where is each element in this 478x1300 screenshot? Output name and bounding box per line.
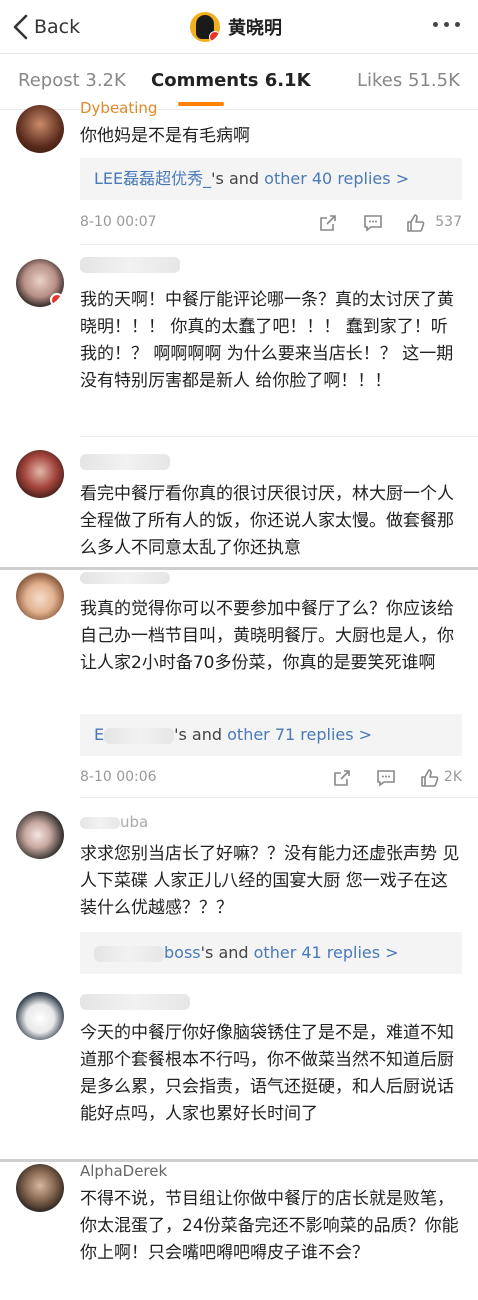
comment-item: AlphaDerek 不得不说，节目组让你做中餐厅的店长就是败笔，你太混蛋了，2… — [0, 1162, 478, 1300]
username-blurred — [80, 571, 170, 584]
comment-item: 看完中餐厅看你真的很讨厌很讨厌，林大厨一个人全程做了所有人的饭，你还说人家太慢。… — [0, 438, 478, 568]
thumbs-up-icon[interactable] — [406, 213, 426, 233]
share-icon[interactable] — [332, 768, 352, 788]
replies-preview[interactable]: boss's and other 41 replies > — [80, 932, 462, 974]
tab-repost[interactable]: Repost 3.2K — [18, 70, 126, 91]
reply-username[interactable]: LEE磊磊超优秀_ — [94, 169, 211, 188]
comment-item: 我的天啊！中餐厅能评论哪一条？真的太讨厌了黄晓明！！！ 你真的太蠢了吧！！！ 蠢… — [0, 245, 478, 437]
comment-username[interactable] — [80, 452, 170, 470]
nav-bar: Back 黄晓明 — [0, 0, 478, 54]
comment-username[interactable] — [80, 255, 180, 273]
more-options-icon[interactable] — [433, 22, 460, 27]
active-tab-indicator — [178, 102, 224, 106]
avatar[interactable] — [16, 992, 64, 1040]
username-blurred — [80, 256, 180, 273]
comment-item: Dybeating 你他妈是不是有毛病啊 LEE磊磊超优秀_'s and oth… — [0, 99, 478, 245]
comment-username[interactable]: AlphaDerek — [80, 1162, 167, 1180]
comment-icon[interactable] — [363, 213, 383, 233]
more-replies-link[interactable]: other 71 replies > — [227, 725, 372, 744]
comment-item: uba 求求您别当店长了好嘛？？没有能力还虚张声势 见人下菜碟 人家正儿八经的国… — [0, 799, 478, 979]
more-replies-link[interactable]: other 40 replies > — [264, 169, 409, 188]
comment-username[interactable]: uba — [80, 813, 148, 831]
comment-meta: 8-10 00:07 537 — [80, 211, 462, 235]
comment-text: 看完中餐厅看你真的很讨厌很讨厌，林大厨一个人全程做了所有人的饭，你还说人家太慢。… — [80, 484, 454, 558]
page-title: 黄晓明 — [228, 18, 282, 39]
comment-item: 今天的中餐厅你好像脑袋锈住了是不是，难道不知道那个套餐根本不行吗，你不做菜当然不… — [0, 980, 478, 1160]
replies-joiner: 's and — [200, 943, 254, 962]
replies-preview[interactable]: E 's and other 71 replies > — [80, 714, 462, 756]
reply-username[interactable]: boss — [164, 943, 201, 962]
username-blurred — [80, 816, 120, 829]
like-count: 2K — [443, 769, 462, 785]
comment-username[interactable] — [80, 992, 190, 1010]
comment-time: 8-10 00:07 — [80, 214, 157, 230]
divider — [80, 797, 478, 798]
avatar[interactable] — [16, 105, 64, 153]
comment-item: 我真的觉得你可以不要参加中餐厅了么？你应该给自己办一档节目叫，黄晓明餐厅。大厨也… — [0, 570, 478, 798]
avatar[interactable] — [16, 450, 64, 498]
more-replies-link[interactable]: other 41 replies > — [254, 943, 399, 962]
replies-joiner: 's and — [174, 725, 228, 744]
comment-time: 8-10 00:06 — [80, 769, 157, 785]
avatar[interactable] — [16, 572, 64, 620]
tab-comments[interactable]: Comments 6.1K — [151, 70, 311, 91]
avatar[interactable] — [16, 1164, 64, 1212]
comment-icon[interactable] — [376, 768, 396, 788]
comment-text: 我真的觉得你可以不要参加中餐厅了么？你应该给自己办一档节目叫，黄晓明餐厅。大厨也… — [80, 599, 454, 673]
share-icon[interactable] — [318, 213, 338, 233]
comment-text: 今天的中餐厅你好像脑袋锈住了是不是，难道不知道那个套餐根本不行吗，你不做菜当然不… — [80, 1023, 454, 1124]
divider — [80, 436, 478, 437]
back-button[interactable]: Back — [12, 12, 80, 42]
username-blurred — [80, 453, 170, 470]
back-label: Back — [34, 16, 81, 38]
replies-preview[interactable]: LEE磊磊超优秀_'s and other 40 replies > — [80, 158, 462, 200]
like-count: 537 — [435, 214, 462, 230]
comment-text: 你他妈是不是有毛病啊 — [80, 126, 250, 146]
reply-username-blurred — [104, 727, 175, 744]
avatar[interactable] — [16, 259, 64, 307]
profile-title[interactable]: 黄晓明 — [190, 10, 282, 44]
comment-username[interactable]: Dybeating — [80, 99, 157, 117]
chevron-left-icon — [13, 14, 28, 40]
verified-badge-icon — [209, 31, 220, 42]
avatar[interactable] — [16, 811, 64, 859]
comment-text: 求求您别当店长了好嘛？？没有能力还虚张声势 见人下菜碟 人家正儿八经的国宴大厨 … — [80, 844, 460, 918]
thumbs-up-icon[interactable] — [420, 768, 440, 788]
username-blurred — [80, 993, 190, 1010]
comment-text: 不得不说，节目组让你做中餐厅的店长就是败笔，你太混蛋了，24份菜备完还不影响菜的… — [80, 1189, 459, 1263]
user-avatar — [190, 12, 220, 42]
replies-joiner: 's and — [211, 169, 265, 188]
tab-likes[interactable]: Likes 51.5K — [357, 70, 460, 91]
reply-username-blurred — [94, 945, 164, 962]
comment-meta: 8-10 00:06 2K — [80, 766, 462, 790]
comment-username[interactable] — [80, 568, 170, 586]
tab-bar: Repost 3.2K Comments 6.1K Likes 51.5K — [0, 54, 478, 110]
comment-text: 我的天啊！中餐厅能评论哪一条？真的太讨厌了黄晓明！！！ 你真的太蠢了吧！！！ 蠢… — [80, 290, 454, 391]
reply-username[interactable]: E — [94, 725, 104, 744]
vip-badge-icon — [50, 293, 64, 307]
